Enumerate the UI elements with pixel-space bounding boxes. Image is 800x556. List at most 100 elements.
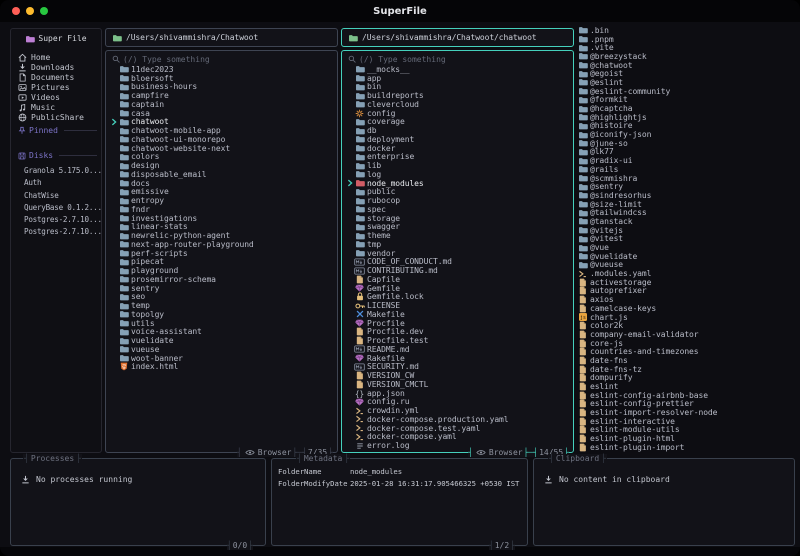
file-row[interactable]: chatwoot-website-next (106, 144, 337, 153)
file-row[interactable]: casa (106, 109, 337, 118)
file-row[interactable]: chatwoot (106, 117, 337, 126)
file-row[interactable]: buildreports (342, 91, 573, 100)
disk-item[interactable]: QueryBase 0.1.2... (11, 203, 101, 215)
file-row[interactable]: docker-compose.yaml (342, 432, 573, 441)
file-row[interactable]: .bin (577, 26, 800, 35)
file-row[interactable]: lib (342, 161, 573, 170)
file-row[interactable]: docs (106, 179, 337, 188)
file-row[interactable]: eslint-config-prettier (577, 399, 800, 408)
file-row[interactable]: node_modules (342, 179, 573, 188)
file-row[interactable]: topolgy (106, 310, 337, 319)
file-row[interactable]: @formkit (577, 95, 800, 104)
file-row[interactable]: log (342, 170, 573, 179)
file-row[interactable]: bin (342, 82, 573, 91)
sidebar-item-home[interactable]: Home (11, 52, 101, 62)
sidebar-item-downloads[interactable]: Downloads (11, 62, 101, 72)
file-row[interactable]: chatwoot-ui-monorepo (106, 135, 337, 144)
file-row[interactable]: @iconify-json (577, 130, 800, 139)
file-row[interactable]: design (106, 161, 337, 170)
file-row[interactable]: Rakefile (342, 354, 573, 363)
file-row[interactable]: @tailwindcss (577, 208, 800, 217)
file-row[interactable]: company-email-validator (577, 330, 800, 339)
file-row[interactable]: eslint-plugin-html (577, 434, 800, 443)
file-row[interactable]: disposable_email (106, 170, 337, 179)
file-row[interactable]: @june-so (577, 139, 800, 148)
file-row[interactable]: @vitest (577, 234, 800, 243)
file-row[interactable]: @rails (577, 165, 800, 174)
file-row[interactable]: eslint-interactive (577, 417, 800, 426)
file-row[interactable]: fndr (106, 205, 337, 214)
file-row[interactable]: js chart.js (577, 313, 800, 322)
file-row[interactable]: crowdin.yml (342, 406, 573, 415)
file-row[interactable]: CONTRIBUTING.md (342, 266, 573, 275)
file-row[interactable]: {} app.json (342, 389, 573, 398)
file-row[interactable]: bloersoft (106, 74, 337, 83)
sidebar-item-pictures[interactable]: Pictures (11, 82, 101, 92)
file-row[interactable]: .modules.yaml (577, 269, 800, 278)
sidebar-item-documents[interactable]: Documents (11, 72, 101, 82)
file-row[interactable]: theme (342, 231, 573, 240)
file-row[interactable]: utils (106, 319, 337, 328)
file-row[interactable]: swagger (342, 222, 573, 231)
file-row[interactable]: @chatwoot (577, 61, 800, 70)
file-row[interactable]: .vite (577, 43, 800, 52)
file-row[interactable]: dompurify (577, 373, 800, 382)
file-row[interactable]: @vue (577, 243, 800, 252)
file-row[interactable]: spec (342, 205, 573, 214)
file-row[interactable]: app (342, 74, 573, 83)
file-row[interactable]: @eslint (577, 78, 800, 87)
file-row[interactable]: @egoist (577, 69, 800, 78)
file-row[interactable]: @eslint-community (577, 87, 800, 96)
file-row[interactable]: countries-and-timezones (577, 347, 800, 356)
file-row[interactable]: rubocop (342, 196, 573, 205)
file-row[interactable]: eslint-module-utils (577, 425, 800, 434)
file-row[interactable]: coverage (342, 117, 573, 126)
file-row[interactable]: newrelic-python-agent (106, 231, 337, 240)
file-row[interactable]: linear-stats (106, 222, 337, 231)
file-row[interactable]: Procfile (342, 319, 573, 328)
file-row[interactable]: autoprefixer (577, 286, 800, 295)
close-window-button[interactable] (12, 7, 20, 15)
file-row[interactable]: config.ru (342, 397, 573, 406)
file-row[interactable]: CODE_OF_CONDUCT.md (342, 257, 573, 266)
file-row[interactable]: voice-assistant (106, 327, 337, 336)
file-row[interactable]: color2k (577, 321, 800, 330)
file-row[interactable]: db (342, 126, 573, 135)
file-row[interactable]: public (342, 187, 573, 196)
file-row[interactable]: captain (106, 100, 337, 109)
file-row[interactable]: Gemfile (342, 284, 573, 293)
file-row[interactable]: @sentry (577, 182, 800, 191)
file-row[interactable]: docker (342, 144, 573, 153)
file-row[interactable]: investigations (106, 214, 337, 223)
file-row[interactable]: clevercloud (342, 100, 573, 109)
file-row[interactable]: docker-compose.test.yaml (342, 424, 573, 433)
file-row[interactable]: perf-scripts (106, 249, 337, 258)
file-row[interactable]: Makefile (342, 310, 573, 319)
file-row[interactable]: prosemirror-schema (106, 275, 337, 284)
file-row[interactable]: eslint-config-airbnb-base (577, 391, 800, 400)
file-row[interactable]: entropy (106, 196, 337, 205)
file-row[interactable]: pipecat (106, 257, 337, 266)
file-row[interactable]: enterprise (342, 152, 573, 161)
file-row[interactable]: Gemfile.lock (342, 292, 573, 301)
disk-item[interactable]: Postgres-2.7.10... (11, 227, 101, 239)
file-row[interactable]: @breezystack (577, 52, 800, 61)
file-row[interactable]: business-hours (106, 82, 337, 91)
sidebar-item-publicshare[interactable]: PublicShare (11, 112, 101, 122)
file-row[interactable]: @scmmishra (577, 174, 800, 183)
file-row[interactable]: @highlightjs (577, 113, 800, 122)
minimize-window-button[interactable] (26, 7, 34, 15)
sidebar-item-music[interactable]: Music (11, 102, 101, 112)
file-row[interactable]: @vuelidate (577, 252, 800, 261)
file-row[interactable]: @lk77 (577, 147, 800, 156)
disk-item[interactable]: Postgres-2.7.10... (11, 215, 101, 227)
file-row[interactable]: vueuse (106, 345, 337, 354)
disk-item[interactable]: Auth (11, 178, 101, 190)
file-row[interactable]: emissive (106, 187, 337, 196)
file-row[interactable]: @radix-ui (577, 156, 800, 165)
file-row[interactable]: activestorage (577, 278, 800, 287)
file-row[interactable]: campfire (106, 91, 337, 100)
file-row[interactable]: Procfile.dev (342, 327, 573, 336)
file-row[interactable]: SECURITY.md (342, 362, 573, 371)
file-row[interactable]: README.md (342, 345, 573, 354)
